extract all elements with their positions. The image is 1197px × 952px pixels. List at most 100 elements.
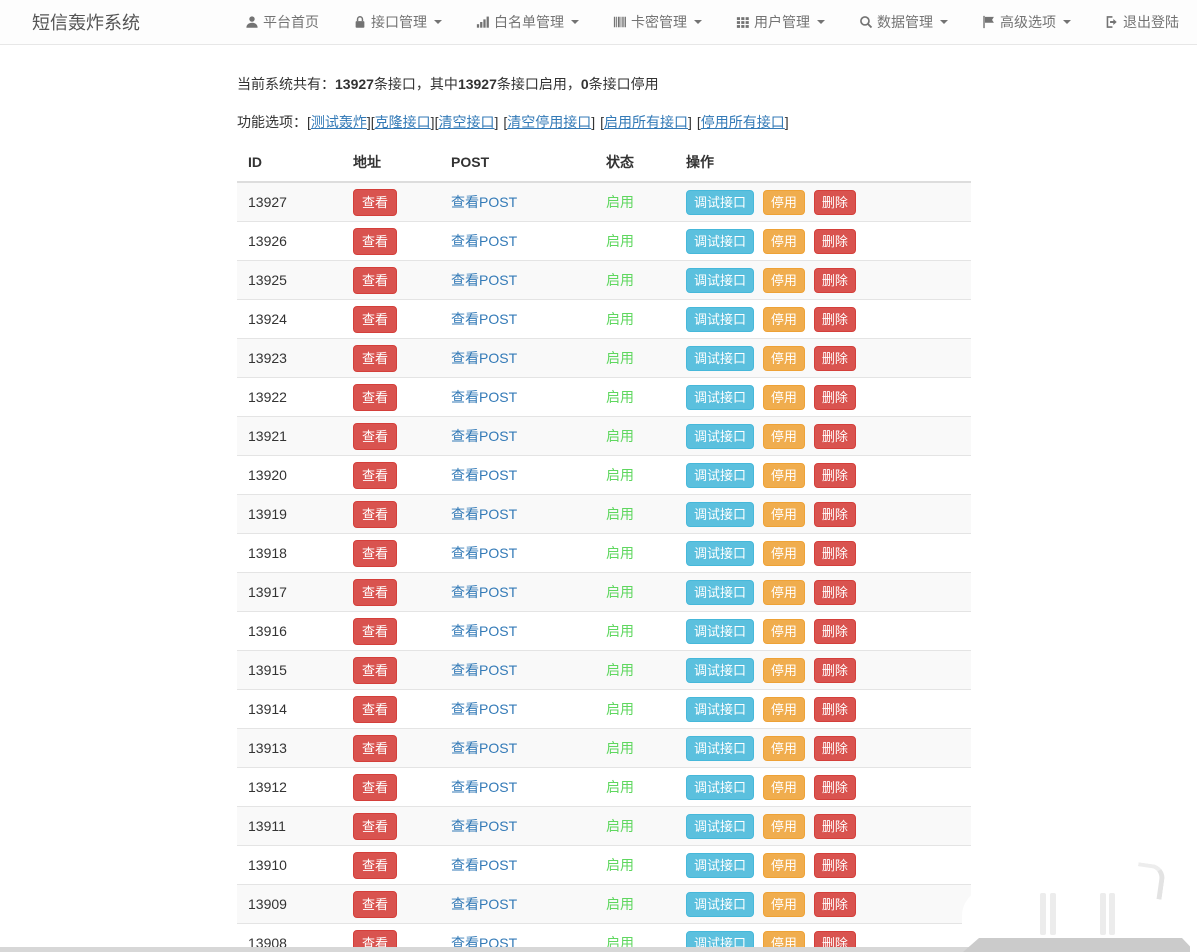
debug-interface-button[interactable]: 调试接口: [686, 189, 755, 215]
view-address-button[interactable]: 查看: [353, 578, 398, 606]
debug-interface-button[interactable]: 调试接口: [686, 384, 755, 410]
debug-interface-button[interactable]: 调试接口: [686, 852, 755, 878]
view-post-link[interactable]: 查看POST: [451, 233, 517, 249]
disable-button[interactable]: 停用: [762, 267, 805, 293]
view-post-link[interactable]: 查看POST: [451, 623, 517, 639]
debug-interface-button[interactable]: 调试接口: [686, 228, 755, 254]
view-address-button[interactable]: 查看: [353, 617, 398, 645]
view-post-link[interactable]: 查看POST: [451, 506, 517, 522]
brand-title[interactable]: 短信轰炸系统: [32, 9, 140, 35]
delete-button[interactable]: 删除: [813, 267, 856, 293]
debug-interface-button[interactable]: 调试接口: [686, 579, 755, 605]
debug-interface-button[interactable]: 调试接口: [686, 501, 755, 527]
view-post-link[interactable]: 查看POST: [451, 467, 517, 483]
view-address-button[interactable]: 查看: [353, 695, 398, 723]
clear-interface-link[interactable]: 清空接口: [438, 114, 494, 130]
disable-button[interactable]: 停用: [762, 228, 805, 254]
view-post-link[interactable]: 查看POST: [451, 194, 517, 210]
debug-interface-button[interactable]: 调试接口: [686, 657, 755, 683]
view-address-button[interactable]: 查看: [353, 188, 398, 216]
debug-interface-button[interactable]: 调试接口: [686, 423, 755, 449]
clear-disabled-link[interactable]: 清空停用接口: [507, 114, 591, 130]
delete-button[interactable]: 删除: [813, 618, 856, 644]
delete-button[interactable]: 删除: [813, 462, 856, 488]
disable-button[interactable]: 停用: [762, 696, 805, 722]
delete-button[interactable]: 删除: [813, 774, 856, 800]
disable-button[interactable]: 停用: [762, 501, 805, 527]
view-address-button[interactable]: 查看: [353, 539, 398, 567]
disable-button[interactable]: 停用: [762, 579, 805, 605]
delete-button[interactable]: 删除: [813, 657, 856, 683]
disable-button[interactable]: 停用: [762, 306, 805, 332]
delete-button[interactable]: 删除: [813, 423, 856, 449]
disable-button[interactable]: 停用: [762, 852, 805, 878]
view-post-link[interactable]: 查看POST: [451, 584, 517, 600]
nav-item-user-management[interactable]: 用户管理: [719, 12, 842, 32]
debug-interface-button[interactable]: 调试接口: [686, 540, 755, 566]
disable-button[interactable]: 停用: [762, 813, 805, 839]
view-post-link[interactable]: 查看POST: [451, 662, 517, 678]
delete-button[interactable]: 删除: [813, 579, 856, 605]
view-address-button[interactable]: 查看: [353, 461, 398, 489]
enable-all-link[interactable]: 启用所有接口: [604, 114, 688, 130]
view-address-button[interactable]: 查看: [353, 383, 398, 411]
delete-button[interactable]: 删除: [813, 306, 856, 332]
debug-interface-button[interactable]: 调试接口: [686, 306, 755, 332]
view-post-link[interactable]: 查看POST: [451, 896, 517, 912]
view-post-link[interactable]: 查看POST: [451, 545, 517, 561]
disable-button[interactable]: 停用: [762, 774, 805, 800]
debug-interface-button[interactable]: 调试接口: [686, 618, 755, 644]
delete-button[interactable]: 删除: [813, 189, 856, 215]
nav-item-interface-management[interactable]: 接口管理: [336, 12, 459, 32]
view-post-link[interactable]: 查看POST: [451, 428, 517, 444]
view-post-link[interactable]: 查看POST: [451, 701, 517, 717]
nav-item-home[interactable]: 平台首页: [228, 12, 336, 32]
view-address-button[interactable]: 查看: [353, 851, 398, 879]
debug-interface-button[interactable]: 调试接口: [686, 774, 755, 800]
debug-interface-button[interactable]: 调试接口: [686, 267, 755, 293]
view-address-button[interactable]: 查看: [353, 344, 398, 372]
delete-button[interactable]: 删除: [813, 501, 856, 527]
disable-button[interactable]: 停用: [762, 540, 805, 566]
view-address-button[interactable]: 查看: [353, 500, 398, 528]
nav-item-advanced-options[interactable]: 高级选项: [965, 12, 1088, 32]
view-post-link[interactable]: 查看POST: [451, 311, 517, 327]
disable-button[interactable]: 停用: [762, 423, 805, 449]
nav-item-data-management[interactable]: 数据管理: [842, 12, 965, 32]
debug-interface-button[interactable]: 调试接口: [686, 462, 755, 488]
delete-button[interactable]: 删除: [813, 384, 856, 410]
view-address-button[interactable]: 查看: [353, 266, 398, 294]
nav-item-whitelist-management[interactable]: 白名单管理: [459, 12, 596, 32]
view-post-link[interactable]: 查看POST: [451, 350, 517, 366]
debug-interface-button[interactable]: 调试接口: [686, 735, 755, 761]
view-post-link[interactable]: 查看POST: [451, 779, 517, 795]
delete-button[interactable]: 删除: [813, 735, 856, 761]
view-post-link[interactable]: 查看POST: [451, 818, 517, 834]
disable-button[interactable]: 停用: [762, 657, 805, 683]
view-address-button[interactable]: 查看: [353, 656, 398, 684]
clone-interface-link[interactable]: 克隆接口: [375, 114, 431, 130]
delete-button[interactable]: 删除: [813, 540, 856, 566]
disable-button[interactable]: 停用: [762, 345, 805, 371]
nav-item-logout[interactable]: 退出登陆: [1088, 12, 1183, 32]
view-address-button[interactable]: 查看: [353, 227, 398, 255]
delete-button[interactable]: 删除: [813, 852, 856, 878]
debug-interface-button[interactable]: 调试接口: [686, 891, 755, 917]
delete-button[interactable]: 删除: [813, 345, 856, 371]
nav-item-card-key-management[interactable]: 卡密管理: [596, 12, 719, 32]
delete-button[interactable]: 删除: [813, 813, 856, 839]
view-post-link[interactable]: 查看POST: [451, 272, 517, 288]
test-bomb-link[interactable]: 测试轰炸: [311, 114, 367, 130]
disable-button[interactable]: 停用: [762, 189, 805, 215]
view-post-link[interactable]: 查看POST: [451, 389, 517, 405]
view-address-button[interactable]: 查看: [353, 773, 398, 801]
view-address-button[interactable]: 查看: [353, 422, 398, 450]
view-address-button[interactable]: 查看: [353, 890, 398, 918]
disable-button[interactable]: 停用: [762, 735, 805, 761]
view-address-button[interactable]: 查看: [353, 305, 398, 333]
view-address-button[interactable]: 查看: [353, 734, 398, 762]
debug-interface-button[interactable]: 调试接口: [686, 696, 755, 722]
delete-button[interactable]: 删除: [813, 696, 856, 722]
debug-interface-button[interactable]: 调试接口: [686, 345, 755, 371]
view-post-link[interactable]: 查看POST: [451, 857, 517, 873]
